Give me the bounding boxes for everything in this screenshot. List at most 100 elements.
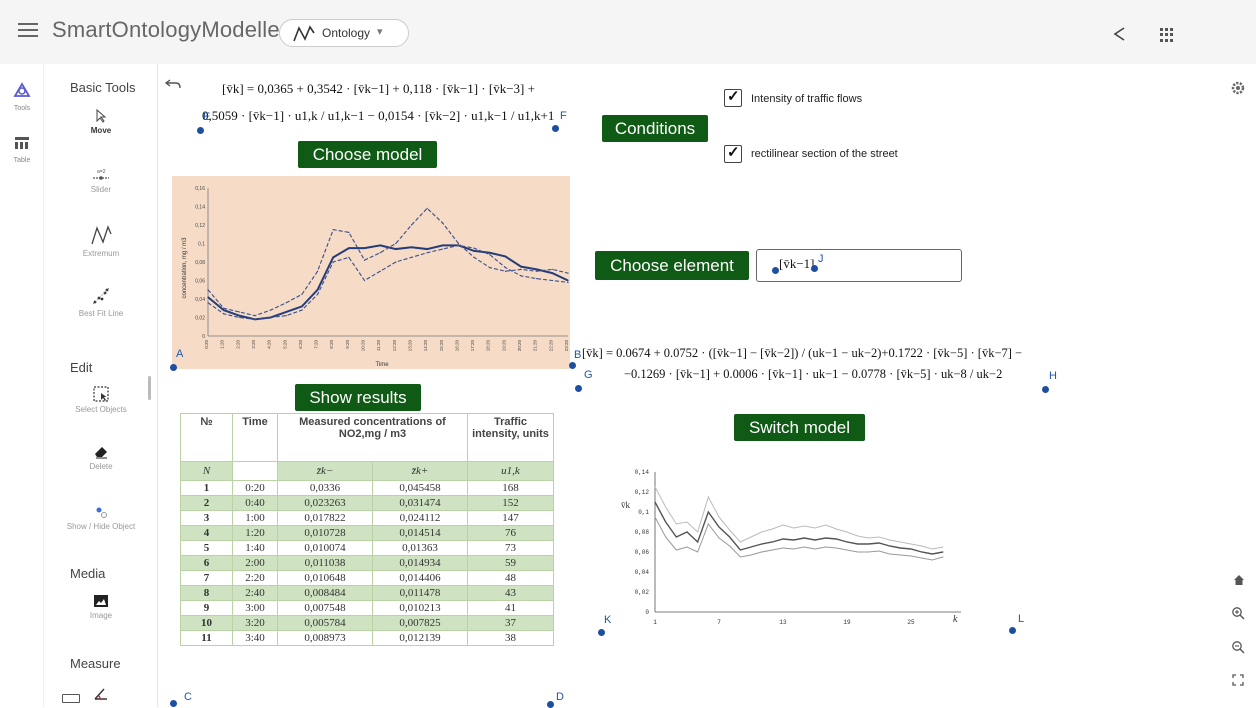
show-results-button[interactable]: Show results xyxy=(295,384,421,411)
point-e-label: E xyxy=(203,111,211,123)
point-e[interactable] xyxy=(197,127,204,134)
chart1-x-tick-label: 15:20 xyxy=(439,340,444,352)
share-icon[interactable] xyxy=(1112,26,1128,42)
rectilinear-section-label: rectilinear section of the street xyxy=(751,148,898,160)
col-traffic: Traffic intensity, units xyxy=(467,413,554,462)
chart2-point xyxy=(921,557,923,559)
chart2-point xyxy=(835,538,837,540)
chart1-point xyxy=(223,313,225,315)
tools-scrollbar[interactable] xyxy=(148,376,151,400)
move-tool[interactable]: Move xyxy=(44,109,158,135)
table-cell: 73 xyxy=(467,540,554,556)
point-c[interactable] xyxy=(170,700,177,707)
table-cell: 2:20 xyxy=(232,570,278,586)
chart1-x-tick-label: 7:20 xyxy=(314,340,319,349)
rail-table-button[interactable]: Table xyxy=(4,136,40,164)
chart1-x-tick-label: 5:20 xyxy=(282,340,287,349)
cursor-arrow-icon xyxy=(96,109,107,123)
point-l[interactable] xyxy=(1009,627,1016,634)
tools-icon xyxy=(13,82,31,97)
chart1-x-label: Time xyxy=(375,362,389,368)
best-fit-line-tool[interactable]: Best Fit Line xyxy=(44,286,158,318)
point-g[interactable] xyxy=(575,385,582,392)
chart2-point xyxy=(707,511,709,513)
point-i[interactable] xyxy=(772,267,779,274)
delete-tool[interactable]: Delete xyxy=(44,445,158,471)
chart2-point xyxy=(878,536,880,538)
chart2-point xyxy=(782,538,784,540)
chart1-x-tick-label: 1:20 xyxy=(220,340,225,349)
choose-element-button[interactable]: Choose element xyxy=(595,251,749,280)
slider-tool[interactable]: a=2 Slider xyxy=(44,168,158,194)
chart2-point xyxy=(739,549,741,551)
chart2-point xyxy=(697,551,699,553)
chart1-point xyxy=(316,289,319,291)
table-cell: 0,014934 xyxy=(372,555,468,571)
extremum-icon xyxy=(91,225,112,245)
point-f[interactable] xyxy=(552,125,559,132)
chart2-point xyxy=(665,506,667,508)
chart1-point xyxy=(426,252,428,254)
conditions-button[interactable]: Conditions xyxy=(602,115,708,142)
chart2-point xyxy=(899,547,901,549)
keyboard-icon[interactable] xyxy=(62,694,80,703)
settings-gear-icon[interactable] xyxy=(1230,80,1246,96)
chart2-x-tick-label: 25 xyxy=(907,619,915,626)
chart2-point xyxy=(782,547,784,549)
chart2-point xyxy=(665,536,667,538)
undo-icon[interactable] xyxy=(164,78,182,90)
edit-title: Edit xyxy=(70,360,93,375)
chart2-point xyxy=(857,551,859,553)
chart1-point xyxy=(457,244,460,246)
table-cell: 1:40 xyxy=(232,540,278,556)
graphics-canvas[interactable]: [v̄k] = 0,0365 + 0,3542 · [v̄k−1] + 0,11… xyxy=(158,64,1256,708)
chart2-point xyxy=(729,529,731,531)
fullscreen-icon[interactable] xyxy=(1232,674,1244,686)
home-icon[interactable] xyxy=(1233,574,1245,586)
chart2-point xyxy=(846,541,848,543)
chart2-x-tick-label: 19 xyxy=(843,619,851,626)
chart2-point xyxy=(675,523,677,525)
chart1-point xyxy=(316,293,319,295)
chart1-point xyxy=(301,309,303,311)
image-tool[interactable]: Image xyxy=(44,594,158,620)
angle-measure-icon[interactable] xyxy=(93,687,109,701)
chart1-point xyxy=(379,244,381,246)
point-c-label: C xyxy=(184,691,192,703)
chevron-down-icon: ▾ xyxy=(377,26,383,38)
chart1-point xyxy=(395,248,397,250)
choose-model-button[interactable]: Choose model xyxy=(298,141,437,168)
switch-model-button[interactable]: Switch model xyxy=(734,414,865,441)
traffic-intensity-checkbox[interactable] xyxy=(724,87,742,107)
table-cell: 48 xyxy=(467,570,554,586)
chart1-y-tick-label: 0,14 xyxy=(195,205,205,211)
zoom-in-icon[interactable] xyxy=(1231,606,1245,620)
table-cell: 0,011478 xyxy=(372,585,468,601)
point-b[interactable] xyxy=(569,362,576,369)
scatter-fit-icon xyxy=(92,287,110,305)
rectilinear-section-checkbox[interactable] xyxy=(724,143,742,163)
point-h[interactable] xyxy=(1042,386,1049,393)
chart2-point xyxy=(718,516,720,518)
select-objects-tool[interactable]: Select Objects xyxy=(44,386,158,414)
point-j[interactable] xyxy=(811,265,818,272)
chart1-point xyxy=(285,315,287,317)
apps-grid-icon[interactable] xyxy=(1160,28,1174,42)
element-input[interactable]: [v̄k−1] J xyxy=(756,249,962,282)
point-k[interactable] xyxy=(598,629,605,636)
perspective-dropdown[interactable]: Ontology ▾ xyxy=(279,19,409,47)
extremum-tool[interactable]: Extremum xyxy=(44,224,158,258)
chart1-point xyxy=(316,270,319,272)
chart1-point xyxy=(270,309,272,311)
left-rail: Tools Table xyxy=(0,64,44,707)
chart2-point xyxy=(771,549,773,551)
model-output-chart: 0,14 0,12 0,1 0,08 0,06 0,04 0,02 0 1 7 13 19 25 v̄k k xyxy=(613,462,988,632)
concentration-chart: 0,16 0,14 0,12 0,1 0,08 0,06 0,04 0,02 0 0:20 1:20… xyxy=(172,176,570,369)
results-table: № Time Measured concentrations of NO2,mg… xyxy=(180,413,554,646)
rail-tools-button[interactable]: Tools xyxy=(4,82,40,112)
chart1-x-tick-label: 11:20 xyxy=(376,340,381,351)
show-hide-object-tool[interactable]: Show / Hide Object xyxy=(44,505,158,531)
menu-icon[interactable] xyxy=(18,23,38,39)
point-a[interactable] xyxy=(170,364,177,371)
zoom-out-icon[interactable] xyxy=(1231,640,1245,654)
